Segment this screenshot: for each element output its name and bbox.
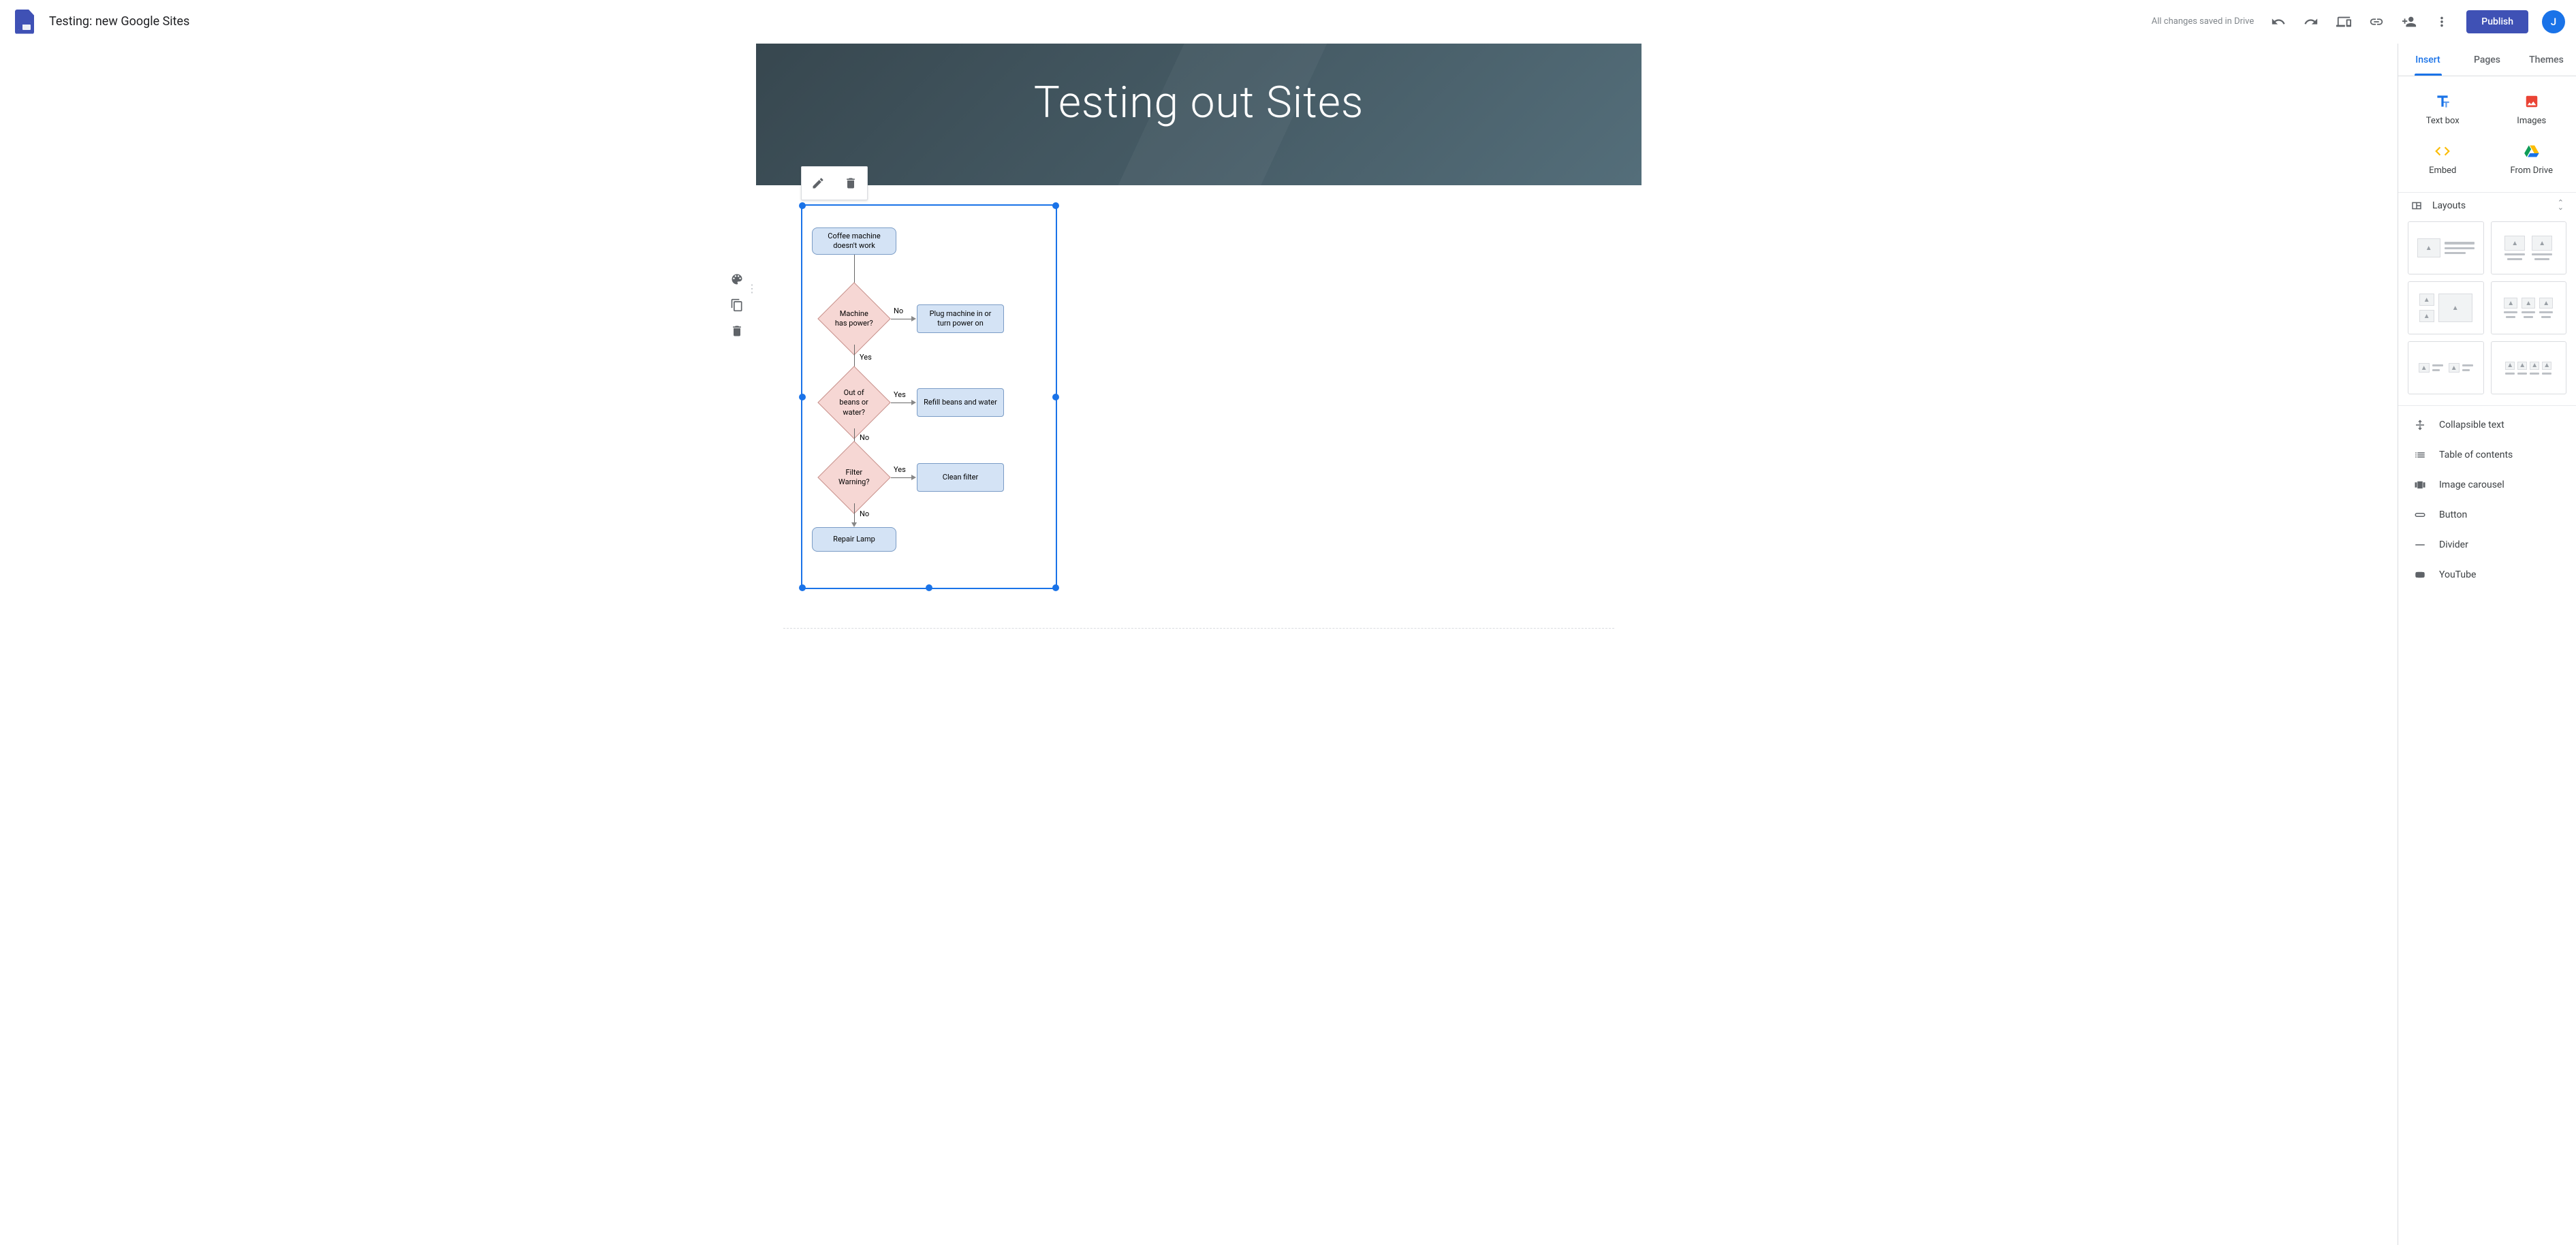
more-vert-icon (2434, 14, 2449, 29)
layouts-header[interactable]: Layouts ⌃⌄ (2398, 192, 2576, 219)
section-divider (783, 628, 1614, 629)
section-toolbar (726, 268, 748, 342)
layout-option-1[interactable]: ▲ (2408, 221, 2484, 274)
pencil-icon (811, 176, 825, 190)
flowchart-edge-label: Yes (894, 465, 906, 474)
flowchart-drawing: Coffee machine doesn't work Machine has … (802, 206, 1056, 588)
share-button[interactable] (2396, 8, 2423, 35)
layout-option-6[interactable]: ▲ ▲ ▲ ▲ (2491, 341, 2567, 394)
undo-button[interactable] (2265, 8, 2292, 35)
tab-insert[interactable]: Insert (2398, 44, 2457, 76)
tab-themes[interactable]: Themes (2517, 44, 2576, 76)
section-duplicate-button[interactable] (726, 294, 748, 316)
code-icon (2434, 142, 2451, 160)
publish-button[interactable]: Publish (2466, 10, 2528, 33)
devices-icon (2336, 14, 2351, 29)
undo-icon (2271, 14, 2286, 29)
account-avatar[interactable]: J (2542, 10, 2565, 33)
flowchart-edge-label: No (894, 306, 903, 315)
redo-button[interactable] (2297, 8, 2325, 35)
image-icon (2523, 93, 2541, 110)
flowchart-end-node: Repair Lamp (812, 527, 896, 552)
flowchart-action-node: Refill beans and water (917, 388, 1004, 417)
section-delete-button[interactable] (726, 320, 748, 342)
insert-divider[interactable]: Divider (2398, 530, 2576, 560)
right-panel: Insert Pages Themes Text box Images Embe… (2398, 44, 2576, 1245)
person-add-icon (2402, 14, 2417, 29)
tab-pages[interactable]: Pages (2457, 44, 2517, 76)
layout-option-3[interactable]: ▲▲ ▲ (2408, 281, 2484, 334)
divider-icon (2413, 539, 2427, 551)
button-icon (2413, 509, 2427, 521)
link-icon (2369, 14, 2384, 29)
insert-collapsible-text[interactable]: Collapsible text (2398, 410, 2576, 440)
layout-option-4[interactable]: ▲ ▲ ▲ (2491, 281, 2567, 334)
copy-icon (730, 298, 744, 312)
insert-button[interactable]: Button (2398, 500, 2576, 530)
collapse-icon: ⌃⌄ (2558, 201, 2564, 210)
preview-button[interactable] (2330, 8, 2357, 35)
app-logo[interactable] (11, 8, 38, 35)
redo-icon (2304, 14, 2319, 29)
app-header: Testing: new Google Sites All changes sa… (0, 0, 2576, 44)
flowchart-edge-label: Yes (860, 353, 872, 362)
more-button[interactable] (2428, 8, 2455, 35)
insert-toc[interactable]: Table of contents (2398, 440, 2576, 470)
insert-from-drive[interactable]: From Drive (2487, 134, 2576, 184)
hero-title[interactable]: Testing out Sites (1034, 77, 1364, 128)
trash-icon (844, 176, 858, 190)
layout-icon (2410, 200, 2423, 212)
text-icon (2434, 93, 2451, 110)
insert-carousel[interactable]: Image carousel (2398, 470, 2576, 500)
insert-embed[interactable]: Embed (2398, 134, 2487, 184)
edit-element-button[interactable] (802, 167, 834, 200)
collapsible-icon (2413, 419, 2427, 431)
selected-element[interactable]: Coffee machine doesn't work Machine has … (801, 204, 1057, 589)
insert-textbox[interactable]: Text box (2398, 84, 2487, 134)
layout-option-5[interactable]: ▲ ▲ (2408, 341, 2484, 394)
layouts-grid: ▲ ▲ ▲ ▲▲ ▲ ▲ ▲ ▲ ▲ ▲ ▲ ▲ (2398, 219, 2576, 405)
youtube-icon (2413, 569, 2427, 581)
canvas-area[interactable]: ⋮⋮ Testing out Sites (0, 44, 2398, 1245)
insert-images[interactable]: Images (2487, 84, 2576, 134)
element-toolbar (801, 166, 868, 200)
layout-option-2[interactable]: ▲ ▲ (2491, 221, 2567, 274)
flowchart-action-node: Plug machine in or turn power on (917, 304, 1004, 333)
flowchart-edge-label: Yes (894, 390, 906, 399)
insert-components-list: Collapsible text Table of contents Image… (2398, 405, 2576, 594)
flowchart-start-node: Coffee machine doesn't work (812, 227, 896, 255)
insert-youtube[interactable]: YouTube (2398, 560, 2576, 590)
flowchart-edge-label: No (860, 509, 869, 518)
document-title[interactable]: Testing: new Google Sites (49, 14, 189, 29)
panel-tabs: Insert Pages Themes (2398, 44, 2576, 76)
flowchart-edge-label: No (860, 433, 869, 442)
flowchart-action-node: Clean filter (917, 463, 1004, 492)
section-palette-button[interactable] (726, 268, 748, 290)
hero-banner[interactable]: Testing out Sites (756, 44, 1642, 185)
drive-icon (2523, 142, 2541, 160)
list-icon (2413, 449, 2427, 461)
trash-icon (730, 324, 744, 338)
link-button[interactable] (2363, 8, 2390, 35)
palette-icon (730, 272, 744, 286)
carousel-icon (2413, 479, 2427, 491)
delete-element-button[interactable] (834, 167, 867, 200)
save-status: All changes saved in Drive (2152, 16, 2255, 27)
content-section[interactable]: Coffee machine doesn't work Machine has … (756, 185, 1642, 649)
